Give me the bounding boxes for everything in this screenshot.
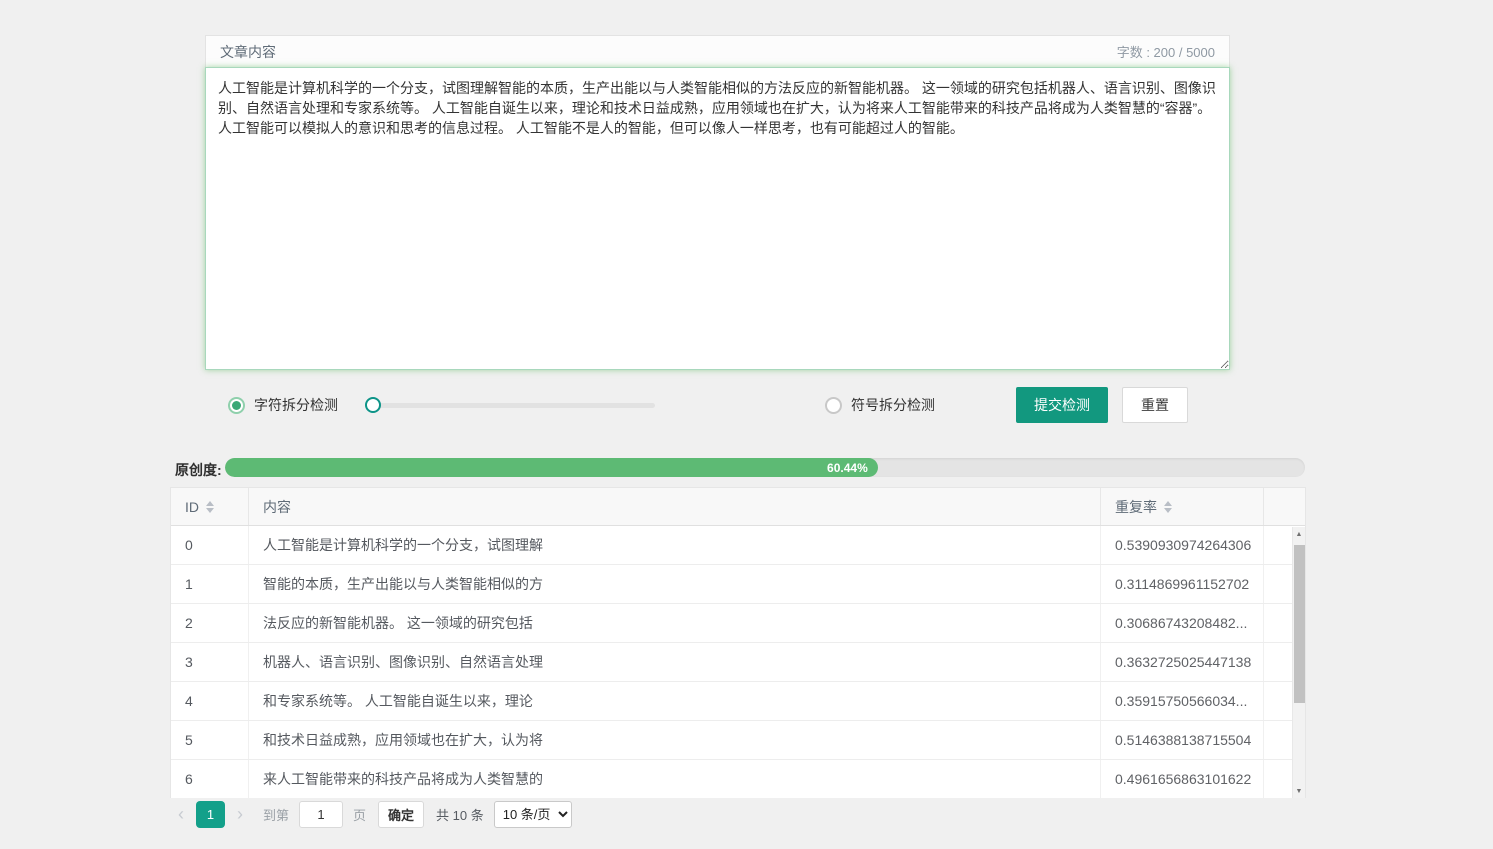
table-row: 6 来人工智能带来的科技产品将成为人类智慧的 0.496165686310162… [171,760,1305,798]
controls-row: 字符拆分检测 符号拆分检测 提交检测 重置 [205,386,1230,424]
scrollbar-up-icon[interactable]: ▲ [1293,527,1305,541]
sort-icons[interactable] [206,501,214,513]
sort-icons[interactable] [1164,501,1172,513]
sort-asc-icon[interactable] [206,501,214,506]
table-row: 5 和技术日益成熟，应用领域也在扩大，认为将 0.514638813871550… [171,721,1305,760]
editor-header: 文章内容 字数 : 200 / 5000 [205,35,1230,67]
goto-suffix-label: 页 [353,805,366,824]
cell-rate: 0.3632725025447138 [1101,643,1264,681]
radio-char-split[interactable]: 字符拆分检测 [228,386,338,424]
cell-rate: 0.4961656863101622 [1101,760,1264,798]
cell-rate: 0.5146388138715504 [1101,721,1264,759]
sort-desc-icon[interactable] [206,508,214,513]
goto-page-input[interactable] [299,801,343,828]
cell-rate: 0.35915750566034... [1101,682,1264,720]
cell-id: 1 [171,565,249,603]
table-row: 0 人工智能是计算机科学的一个分支，试图理解 0.539093097426430… [171,526,1305,565]
originality-fill: 60.44% [225,458,878,477]
table-body: 0 人工智能是计算机科学的一个分支，试图理解 0.539093097426430… [171,526,1305,798]
confirm-page-button[interactable]: 确定 [378,801,424,828]
scrollbar-thumb[interactable] [1294,545,1305,703]
originality-percent: 60.44% [827,461,878,475]
cell-id: 4 [171,682,249,720]
cell-content: 和专家系统等。 人工智能自诞生以来，理论 [249,682,1101,720]
cell-id: 3 [171,643,249,681]
originality-progressbar: 60.44% [225,458,1305,477]
table-row: 2 法反应的新智能机器。 这一领域的研究包括 0.30686743208482.… [171,604,1305,643]
sort-asc-icon[interactable] [1164,501,1172,506]
column-header-id[interactable]: ID [171,488,249,525]
pagination-bar: ‹ 1 › 到第 页 确定 共 10 条 10 条/页 [170,800,572,828]
slider-track[interactable] [365,403,655,408]
table-row: 3 机器人、语言识别、图像识别、自然语言处理 0.363272502544713… [171,643,1305,682]
threshold-slider[interactable] [365,397,655,413]
next-page-button[interactable]: › [229,804,251,825]
radio-char-split-label: 字符拆分检测 [254,395,338,415]
editor-title: 文章内容 [220,42,276,62]
prev-page-button[interactable]: ‹ [170,804,192,825]
cell-rate: 0.30686743208482... [1101,604,1264,642]
slider-handle[interactable] [365,397,381,413]
cell-content: 机器人、语言识别、图像识别、自然语言处理 [249,643,1101,681]
article-textarea[interactable]: 人工智能是计算机科学的一个分支，试图理解智能的本质，生产出能以与人类智能相似的方… [205,67,1230,370]
table-scrollbar[interactable]: ▲ ▼ [1292,527,1305,798]
cell-content: 智能的本质，生产出能以与人类智能相似的方 [249,565,1101,603]
results-table: ID 内容 重复率 0 [170,487,1306,798]
radio-selected-icon [228,397,245,414]
goto-prefix-label: 到第 [263,805,289,824]
cell-content: 法反应的新智能机器。 这一领域的研究包括 [249,604,1101,642]
radio-symbol-split[interactable]: 符号拆分检测 [825,386,935,424]
table-header-row: ID 内容 重复率 [171,488,1305,526]
table-row: 4 和专家系统等。 人工智能自诞生以来，理论 0.35915750566034.… [171,682,1305,721]
sort-desc-icon[interactable] [1164,508,1172,513]
radio-unselected-icon [825,397,842,414]
cell-content: 人工智能是计算机科学的一个分支，试图理解 [249,526,1101,564]
cell-id: 2 [171,604,249,642]
submit-button[interactable]: 提交检测 [1016,387,1108,423]
cell-id: 5 [171,721,249,759]
originality-label: 原创度: [175,460,222,480]
cell-id: 0 [171,526,249,564]
originality-check-page: 文章内容 字数 : 200 / 5000 人工智能是计算机科学的一个分支，试图理… [0,0,1493,849]
cell-content: 和技术日益成熟，应用领域也在扩大，认为将 [249,721,1101,759]
column-header-content: 内容 [249,488,1101,525]
word-count: 字数 : 200 / 5000 [1117,42,1215,61]
total-count-label: 共 10 条 [436,805,484,824]
cell-rate: 0.3114869961152702 [1101,565,1264,603]
radio-symbol-split-label: 符号拆分检测 [851,395,935,415]
cell-content: 来人工智能带来的科技产品将成为人类智慧的 [249,760,1101,798]
cell-rate: 0.5390930974264306 [1101,526,1264,564]
page-size-select[interactable]: 10 条/页 [494,801,572,828]
column-header-empty [1264,488,1305,525]
reset-button[interactable]: 重置 [1122,387,1188,423]
table-row: 1 智能的本质，生产出能以与人类智能相似的方 0.311486996115270… [171,565,1305,604]
scrollbar-down-icon[interactable]: ▼ [1293,784,1305,798]
cell-id: 6 [171,760,249,798]
column-header-rate[interactable]: 重复率 [1101,488,1264,525]
current-page-button[interactable]: 1 [196,801,225,828]
